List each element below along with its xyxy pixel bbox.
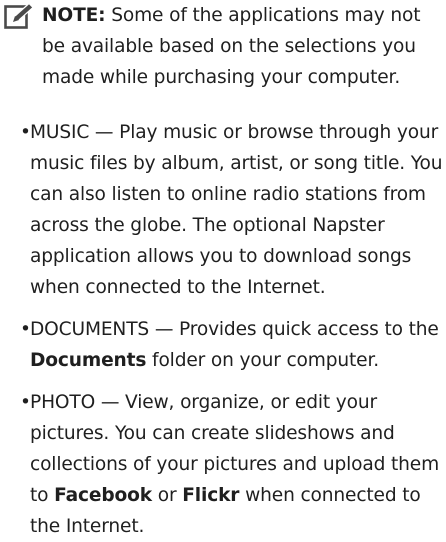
facebook-name: Facebook <box>54 485 152 506</box>
list-item-documents: • DOCUMENTS — Provides quick access to t… <box>20 314 444 376</box>
list-item-photo: • PHOTO — View, organize, or edit your p… <box>20 387 444 542</box>
list-item-text: PHOTO — View, organize, or edit your pic… <box>20 387 444 542</box>
flickr-name: Flickr <box>182 485 240 506</box>
list-item-text: DOCUMENTS — Provides quick access to the… <box>20 314 444 376</box>
note-text: NOTE: Some of the applications may not b… <box>42 0 446 93</box>
list-item-text: MUSIC — Play music or browse through you… <box>20 117 444 303</box>
list-item-music: • MUSIC — Play music or browse through y… <box>20 117 444 303</box>
bullet: • <box>20 319 31 340</box>
photo-description-or: or <box>151 485 183 506</box>
documents-description-end: folder on your computer. <box>146 350 380 371</box>
bullet: • <box>20 392 31 413</box>
music-description: MUSIC — Play music or browse through you… <box>30 122 443 298</box>
note-label: NOTE: <box>42 5 106 26</box>
documents-folder-name: Documents <box>30 350 147 371</box>
documents-description-start: DOCUMENTS — Provides quick access to the <box>30 319 439 340</box>
pencil-note-icon <box>4 2 34 29</box>
bullet: • <box>20 122 31 143</box>
